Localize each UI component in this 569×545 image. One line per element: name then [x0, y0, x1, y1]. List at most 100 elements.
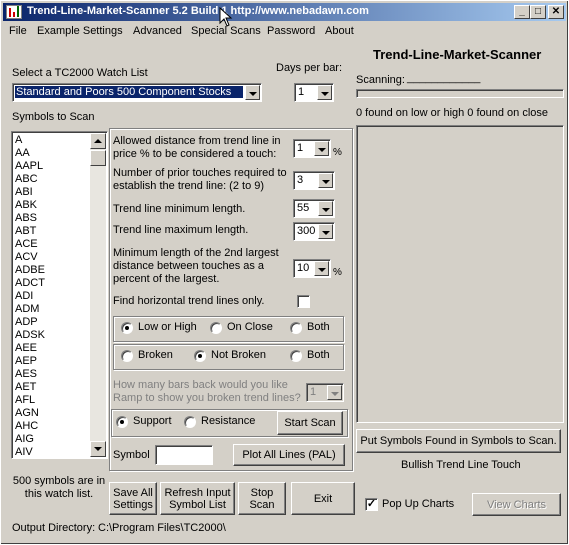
- popup-charts-checkbox[interactable]: ✓: [365, 498, 378, 511]
- popup-charts-label[interactable]: Pop Up Charts: [382, 498, 454, 510]
- list-item[interactable]: AAPL: [14, 160, 92, 173]
- scroll-up-icon[interactable]: [90, 133, 106, 149]
- menu-advanced[interactable]: Advanced: [133, 25, 182, 37]
- title-bar[interactable]: Trend-Line-Market-Scanner 5.2 Build 1 ht…: [3, 3, 566, 21]
- radio-resistance-label[interactable]: Resistance: [201, 415, 255, 427]
- watchlist-value: Standard and Poors 500 Component Stocks: [15, 86, 243, 98]
- list-item[interactable]: AIG: [14, 433, 92, 446]
- chevron-down-icon[interactable]: [317, 85, 332, 100]
- symbols-label: Symbols to Scan: [12, 111, 95, 123]
- save-all-settings-button[interactable]: Save All Settings: [109, 482, 157, 515]
- menu-example-settings[interactable]: Example Settings: [37, 25, 123, 37]
- max-length-value: 300: [297, 225, 316, 237]
- radio-not-broken[interactable]: [194, 350, 206, 362]
- app-chart-icon: [6, 5, 22, 19]
- radio-touch-both[interactable]: [290, 322, 302, 334]
- minimize-button[interactable]: _: [514, 5, 530, 19]
- min-length-select[interactable]: 55: [293, 199, 335, 218]
- chevron-down-icon[interactable]: [314, 141, 329, 156]
- list-item[interactable]: ACE: [14, 238, 92, 251]
- found-count-text: 0 found on low or high 0 found on close: [356, 107, 549, 119]
- stop-scan-button[interactable]: Stop Scan: [238, 482, 286, 515]
- symbols-list[interactable]: A AA AAPL ABC ABI ABK ABS ABT ACE ACV ADBE ADCT ADI A…: [11, 131, 108, 459]
- radio-broken[interactable]: [121, 350, 133, 362]
- radio-broken-label[interactable]: Broken: [138, 349, 173, 361]
- chevron-down-icon[interactable]: [318, 173, 333, 188]
- list-item[interactable]: ADBE: [14, 264, 92, 277]
- symbols-scrollbar[interactable]: [90, 133, 106, 457]
- list-item[interactable]: ADCT: [14, 277, 92, 290]
- close-button[interactable]: ✕: [548, 5, 564, 19]
- chevron-down-icon[interactable]: [327, 385, 342, 400]
- list-item[interactable]: ABI: [14, 186, 92, 199]
- scroll-thumb[interactable]: [90, 150, 106, 166]
- radio-support-label[interactable]: Support: [133, 415, 172, 427]
- pattern-label: Bullish Trend Line Touch: [401, 459, 521, 471]
- menu-file[interactable]: File: [9, 25, 27, 37]
- radio-resistance[interactable]: [184, 416, 196, 428]
- radio-broken-both[interactable]: [290, 350, 302, 362]
- radio-touch-both-label[interactable]: Both: [307, 321, 330, 333]
- put-symbols-button[interactable]: Put Symbols Found in Symbols to Scan.: [356, 429, 561, 453]
- chevron-down-icon[interactable]: [318, 201, 333, 216]
- min-length-label: Trend line minimum length.: [113, 203, 246, 215]
- symbols-items: A AA AAPL ABC ABI ABK ABS ABT ACE ACV ADBE ADCT ADI A…: [14, 134, 92, 458]
- chevron-down-icon[interactable]: [314, 261, 329, 276]
- list-item[interactable]: ADM: [14, 303, 92, 316]
- scroll-down-icon[interactable]: [90, 441, 106, 457]
- view-charts-button[interactable]: View Charts: [472, 493, 561, 516]
- list-item[interactable]: ADP: [14, 316, 92, 329]
- list-item[interactable]: AES: [14, 368, 92, 381]
- radio-not-broken-label[interactable]: Not Broken: [211, 349, 266, 361]
- list-item[interactable]: AFL: [14, 394, 92, 407]
- list-item[interactable]: AHC: [14, 420, 92, 433]
- radio-low-or-high[interactable]: [121, 322, 133, 334]
- list-item[interactable]: AEP: [14, 355, 92, 368]
- menu-about[interactable]: About: [325, 25, 354, 37]
- distance-unit: %: [333, 147, 342, 158]
- radio-on-close[interactable]: [210, 322, 222, 334]
- radio-on-close-label[interactable]: On Close: [227, 321, 273, 333]
- window-title: Trend-Line-Market-Scanner 5.2 Build 1 ht…: [27, 5, 369, 17]
- watchlist-select[interactable]: Standard and Poors 500 Component Stocks: [12, 83, 262, 102]
- max-length-select[interactable]: 300: [293, 222, 335, 241]
- refresh-symbol-list-button[interactable]: Refresh Input Symbol List: [160, 482, 235, 515]
- symbol-input[interactable]: [155, 445, 213, 465]
- radio-broken-both-label[interactable]: Both: [307, 349, 330, 361]
- chevron-down-icon[interactable]: [245, 85, 260, 100]
- chevron-down-icon[interactable]: [318, 224, 333, 239]
- list-item[interactable]: ACV: [14, 251, 92, 264]
- bars-back-select[interactable]: 1: [306, 383, 344, 402]
- scanning-label: Scanning:: [356, 74, 405, 86]
- second-length-select[interactable]: 10: [293, 259, 331, 278]
- list-item[interactable]: ABS: [14, 212, 92, 225]
- list-item[interactable]: AEE: [14, 342, 92, 355]
- list-item[interactable]: ABK: [14, 199, 92, 212]
- radio-support[interactable]: [116, 416, 128, 428]
- list-item[interactable]: AA: [14, 147, 92, 160]
- list-item[interactable]: AGN: [14, 407, 92, 420]
- watchlist-label: Select a TC2000 Watch List: [12, 67, 148, 79]
- list-item[interactable]: ABT: [14, 225, 92, 238]
- horizontal-checkbox[interactable]: [297, 295, 310, 308]
- list-item[interactable]: AIV: [14, 446, 92, 458]
- radio-low-or-high-label[interactable]: Low or High: [138, 321, 197, 333]
- list-item[interactable]: ADSK: [14, 329, 92, 342]
- list-item[interactable]: A: [14, 134, 92, 147]
- list-item[interactable]: ADI: [14, 290, 92, 303]
- plot-all-lines-button[interactable]: Plot All Lines (PAL): [233, 444, 345, 466]
- distance-label: Allowed distance from trend line in pric…: [113, 135, 281, 160]
- distance-select[interactable]: 1: [293, 139, 331, 158]
- symbol-label: Symbol: [113, 449, 150, 461]
- menu-password[interactable]: Password: [267, 25, 315, 37]
- touches-select[interactable]: 3: [293, 171, 335, 190]
- exit-button[interactable]: Exit: [291, 482, 355, 515]
- days-per-bar-label: Days per bar:: [276, 62, 343, 74]
- second-length-label: Minimum length of the 2nd largest distan…: [113, 247, 279, 285]
- start-scan-button[interactable]: Start Scan: [277, 411, 343, 435]
- results-panel[interactable]: [356, 125, 564, 423]
- days-per-bar-select[interactable]: 1: [294, 83, 334, 102]
- maximize-button[interactable]: □: [530, 5, 546, 19]
- list-item[interactable]: ABC: [14, 173, 92, 186]
- list-item[interactable]: AET: [14, 381, 92, 394]
